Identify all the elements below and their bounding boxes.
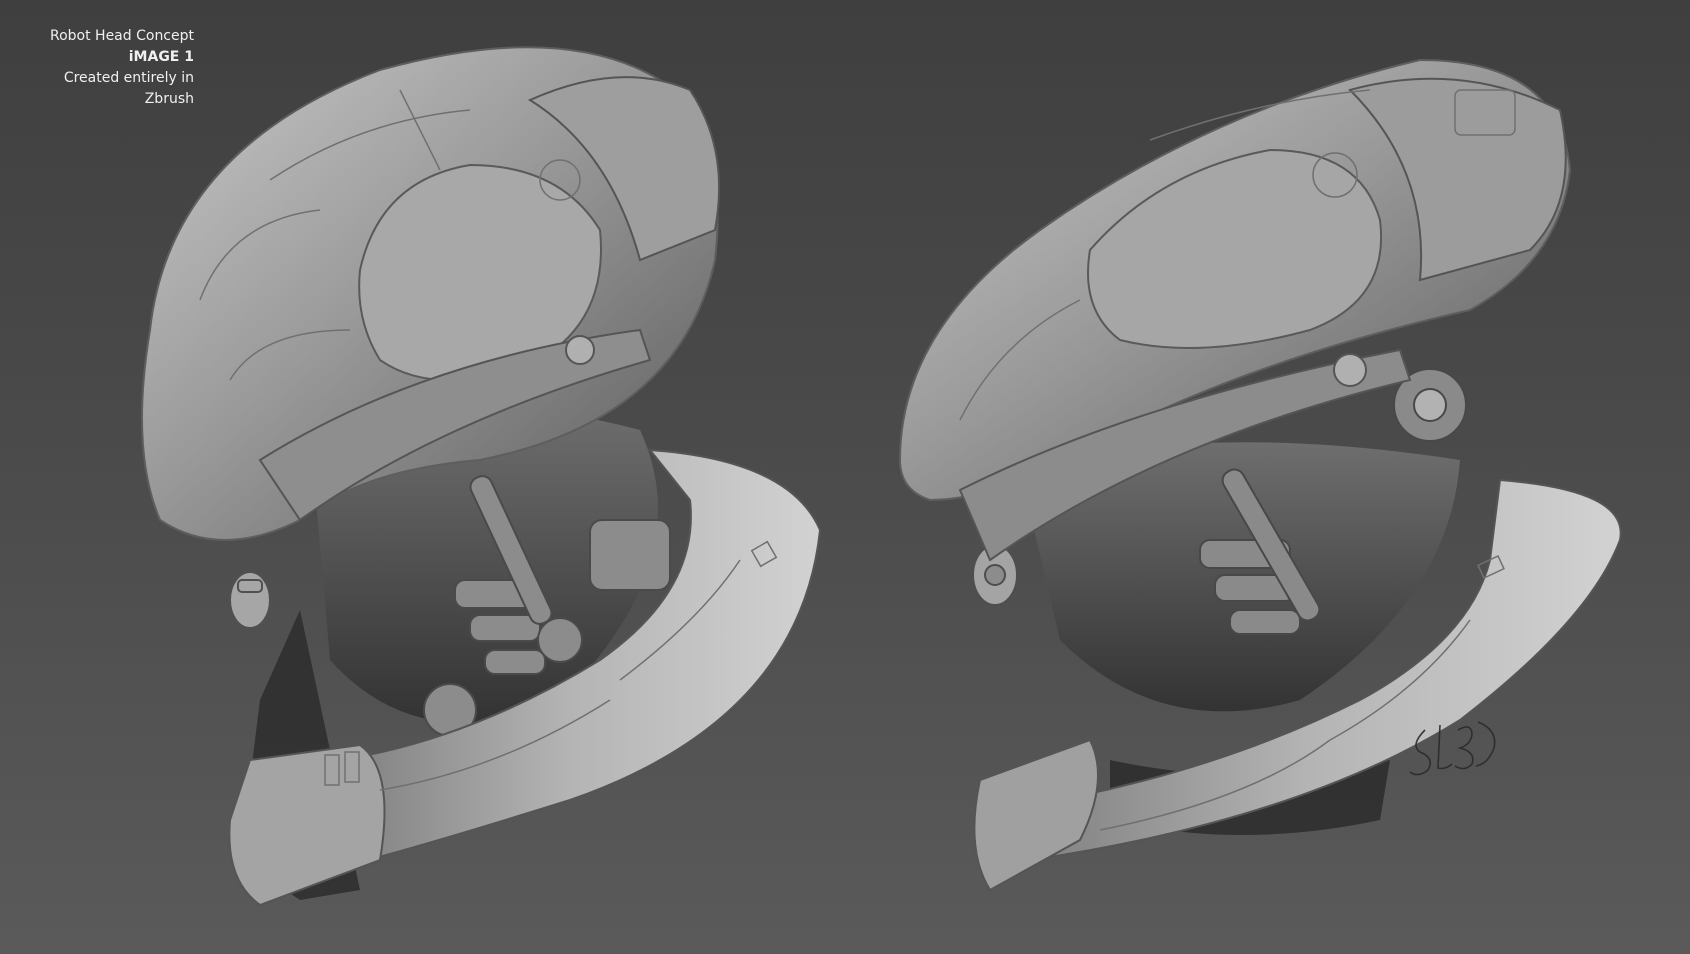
robot-head-left	[141, 46, 822, 907]
robot-head-right	[898, 58, 1622, 892]
robot-head-renders	[141, 46, 1622, 907]
